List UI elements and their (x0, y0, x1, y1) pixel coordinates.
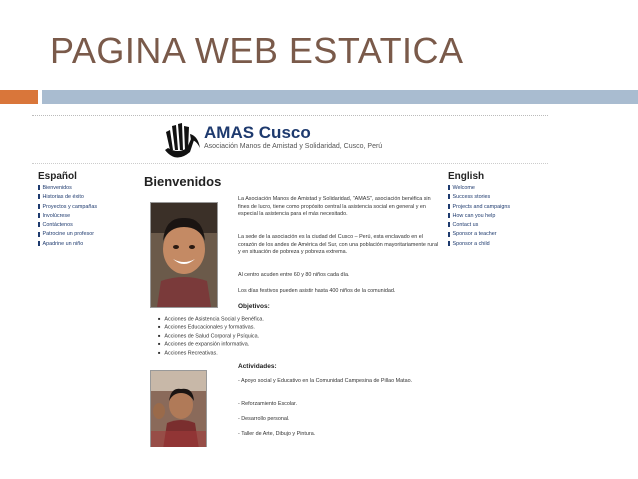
objectives-heading: Objetivos: (238, 303, 270, 310)
accent-bar-orange (0, 90, 38, 104)
english-nav-heading: English (448, 171, 485, 182)
list-item: Acciones Educacionales y formativas. (158, 323, 264, 331)
nav-link-welcome[interactable]: Welcome (448, 184, 546, 193)
accent-bar-blue (42, 90, 638, 104)
location-paragraph: La sede de la asociación es la ciudad de… (238, 234, 439, 256)
nav-link-help[interactable]: How can you help (448, 212, 546, 221)
slide-title: PAGINA WEB ESTATICA (50, 30, 464, 71)
objectives-list: Acciones de Asistencia Social y Benéfica… (158, 315, 264, 357)
daily-attendance-text: Al centro acuden entre 60 y 80 niños cad… (238, 272, 350, 278)
english-nav: English Welcome Success stories Projects… (448, 171, 546, 249)
nav-link-contact[interactable]: Contact us (448, 221, 546, 230)
nav-link-success[interactable]: Success stories (448, 193, 546, 202)
spanish-nav-heading: Español (38, 171, 77, 182)
site-logo-subtitle: Asociación Manos de Amistad y Solidarida… (204, 143, 383, 150)
nav-link-contactenos[interactable]: Contáctenos (38, 221, 134, 230)
children-classroom-photo (150, 370, 207, 447)
activity-text: - Apoyo social y Educativo en la Comunid… (238, 378, 413, 384)
list-item: Acciones Recreativas. (158, 349, 264, 357)
smiling-child-photo (150, 202, 218, 308)
nav-link-proyectos[interactable]: Proyectos y campañas (38, 203, 134, 212)
list-item: Acciones de Salud Corporal y Psíquica. (158, 332, 264, 340)
intro-paragraph: La Asociación Manos de Amistad y Solidar… (238, 196, 431, 218)
nav-link-historias[interactable]: Historias de éxito (38, 193, 134, 202)
nav-link-projects[interactable]: Projects and campaigns (448, 203, 546, 212)
top-rule (32, 115, 548, 116)
nav-link-involucrese[interactable]: Involúcrese (38, 212, 134, 221)
list-item: Acciones de Asistencia Social y Benéfica… (158, 315, 263, 323)
nav-link-patrocine[interactable]: Patrocine un profesor (38, 230, 134, 239)
nav-link-sponsor-teacher[interactable]: Sponsor a teacher (448, 230, 546, 239)
main-heading: Bienvenidos (144, 174, 222, 189)
hands-logo-icon (165, 123, 200, 158)
activity-text: - Reforzamiento Escolar. (238, 401, 298, 407)
holiday-attendance-text: Los días festivos pueden asistir hasta 4… (238, 288, 396, 294)
nav-link-sponsor-child[interactable]: Sponsor a child (448, 240, 546, 249)
spanish-nav: Español Bienvenidos Historias de éxito P… (38, 171, 134, 249)
website-screenshot: AMAS Cusco Asociación Manos de Amistad y… (32, 112, 548, 447)
list-item: Acciones de expansión informativa. (158, 340, 264, 348)
site-logo-title: AMAS Cusco (204, 123, 311, 142)
activities-heading: Actividades: (238, 363, 277, 370)
nav-link-bienvenidos[interactable]: Bienvenidos (38, 184, 134, 193)
activity-text: - Taller de Arte, Dibujo y Pintura. (238, 431, 316, 437)
nav-link-apadrine[interactable]: Apadrine un niño (38, 240, 134, 249)
header-divider (32, 163, 548, 164)
activity-text: - Desarrollo personal. (238, 416, 290, 422)
